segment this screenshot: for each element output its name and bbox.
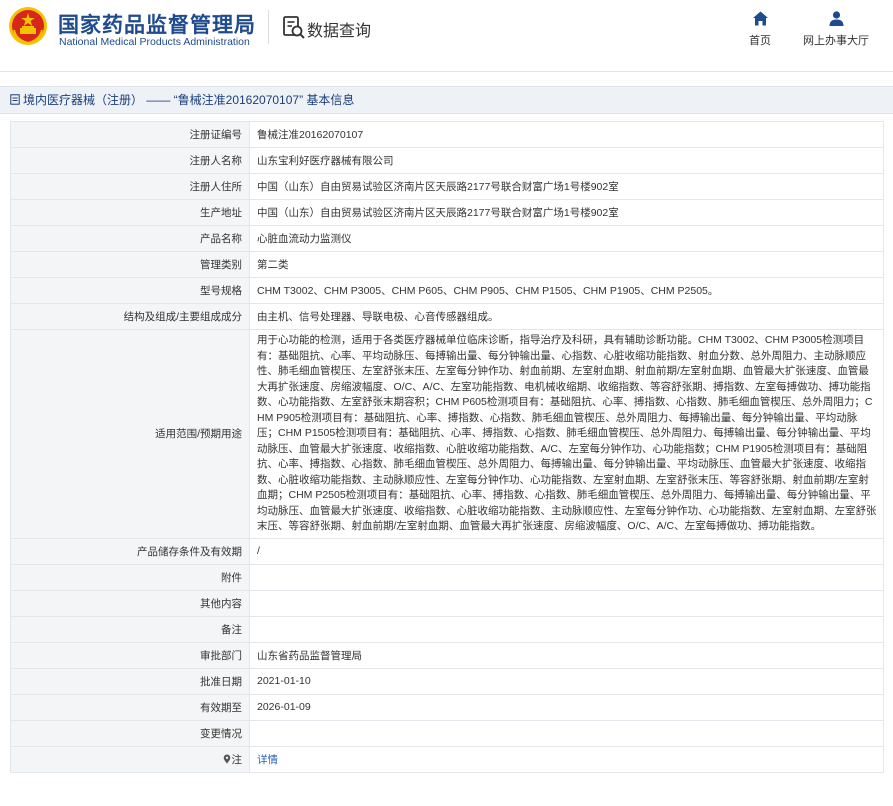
detail-row-approval-department: 审批部门 山东省药品监督管理局 [10, 641, 884, 669]
approval-date-value: 2021-01-10 [249, 667, 884, 695]
data-query-icon [283, 16, 305, 39]
storage-validity-value: / [249, 537, 884, 565]
intended-use-label: 适用范围/预期用途 [10, 329, 250, 539]
product-name-label: 产品名称 [10, 225, 250, 252]
detail-row-structure-composition: 结构及组成/主要组成成分 由主机、信号处理器、导联电极、心音传感器组成。 [10, 303, 884, 330]
data-query-title[interactable]: 数据查询 [307, 17, 371, 41]
site-header: 国家药品监督管理局 National Medical Products Admi… [0, 0, 893, 72]
model-spec-label: 型号规格 [10, 277, 250, 304]
breadcrumb-text: 境内医疗器械（注册） —— “鲁械注准20162070107” 基本信息 [23, 93, 355, 107]
detail-row-storage-validity: 产品储存条件及有效期 / [10, 537, 884, 565]
intended-use-value: 用于心功能的检测，适用于各类医疗器械单位临床诊断，指导治疗及科研，具有辅助诊断功… [249, 329, 884, 539]
production-address-label: 生产地址 [10, 199, 250, 226]
management-class-label: 管理类别 [10, 251, 250, 278]
nav-online-service-hall[interactable]: 网上办事大厅 [800, 10, 872, 48]
nav-online-service-label: 网上办事大厅 [803, 35, 869, 47]
production-address-value: 中国（山东）自由贸易试验区济南片区天辰路2177号联合财富广场1号楼902室 [249, 199, 884, 226]
remarks-value [249, 615, 884, 643]
detail-row-note: 注 详情 [10, 745, 884, 773]
home-icon [752, 11, 768, 26]
header-divider [268, 10, 269, 44]
site-title-english[interactable]: National Medical Products Administration [59, 36, 250, 48]
detail-row-approval-date: 批准日期 2021-01-10 [10, 667, 884, 695]
nav-home[interactable]: 首页 [745, 10, 775, 48]
details-link[interactable]: 详情 [257, 754, 278, 766]
registration-number-value: 鲁械注准20162070107 [249, 121, 884, 148]
model-spec-value: CHM T3002、CHM P3005、CHM P605、CHM P905、CH… [249, 277, 884, 304]
detail-row-management-class: 管理类别 第二类 [10, 251, 884, 278]
location-pin-icon [223, 754, 230, 763]
user-icon [829, 11, 843, 26]
detail-row-other-content: 其他内容 [10, 589, 884, 617]
breadcrumb: 境内医疗器械（注册） —— “鲁械注准20162070107” 基本信息 [0, 86, 893, 114]
nav-home-label: 首页 [749, 35, 771, 47]
approval-date-label: 批准日期 [10, 667, 250, 695]
registrant-address-label: 注册人住所 [10, 173, 250, 200]
registrant-name-value: 山东宝利好医疗器械有限公司 [249, 147, 884, 174]
detail-row-model-spec: 型号规格 CHM T3002、CHM P3005、CHM P605、CHM P90… [10, 277, 884, 304]
registration-number-label: 注册证编号 [10, 121, 250, 148]
structure-composition-value: 由主机、信号处理器、导联电极、心音传感器组成。 [249, 303, 884, 330]
other-content-value [249, 589, 884, 617]
note-value-cell: 详情 [249, 745, 884, 773]
detail-row-product-name: 产品名称 心脏血流动力监测仪 [10, 225, 884, 252]
header-rule [0, 71, 893, 72]
approval-department-value: 山东省药品监督管理局 [249, 641, 884, 669]
attachments-label: 附件 [10, 563, 250, 591]
approval-department-label: 审批部门 [10, 641, 250, 669]
note-label-cell: 注 [10, 745, 250, 773]
remarks-label: 备注 [10, 615, 250, 643]
change-history-value [249, 719, 884, 747]
product-name-value: 心脏血流动力监测仪 [249, 225, 884, 252]
change-history-label: 变更情况 [10, 719, 250, 747]
valid-until-label: 有效期至 [10, 693, 250, 721]
detail-row-intended-use: 适用范围/预期用途 用于心功能的检测，适用于各类医疗器械单位临床诊断，指导治疗及科… [10, 329, 884, 539]
registrant-address-value: 中国（山东）自由贸易试验区济南片区天辰路2177号联合财富广场1号楼902室 [249, 173, 884, 200]
detail-row-registrant-name: 注册人名称 山东宝利好医疗器械有限公司 [10, 147, 884, 174]
detail-row-production-address: 生产地址 中国（山东）自由贸易试验区济南片区天辰路2177号联合财富广场1号楼90… [10, 199, 884, 226]
detail-row-registrant-address: 注册人住所 中国（山东）自由贸易试验区济南片区天辰路2177号联合财富广场1号楼9… [10, 173, 884, 200]
device-detail-table: 注册证编号 鲁械注准20162070107 注册人名称 山东宝利好医疗器械有限公司 注册… [10, 121, 884, 773]
storage-validity-label: 产品储存条件及有效期 [10, 537, 250, 565]
national-emblem-icon[interactable] [8, 6, 48, 46]
detail-row-change-history: 变更情况 [10, 719, 884, 747]
structure-composition-label: 结构及组成/主要组成成分 [10, 303, 250, 330]
document-icon [10, 94, 20, 105]
detail-row-remarks: 备注 [10, 615, 884, 643]
detail-row-registration-number: 注册证编号 鲁械注准20162070107 [10, 121, 884, 148]
management-class-value: 第二类 [249, 251, 884, 278]
detail-row-attachments: 附件 [10, 563, 884, 591]
other-content-label: 其他内容 [10, 589, 250, 617]
site-title[interactable]: 国家药品监督管理局 [58, 9, 256, 39]
valid-until-value: 2026-01-09 [249, 693, 884, 721]
attachments-value [249, 563, 884, 591]
registrant-name-label: 注册人名称 [10, 147, 250, 174]
note-label: 注 [231, 753, 243, 766]
detail-row-valid-until: 有效期至 2026-01-09 [10, 693, 884, 721]
